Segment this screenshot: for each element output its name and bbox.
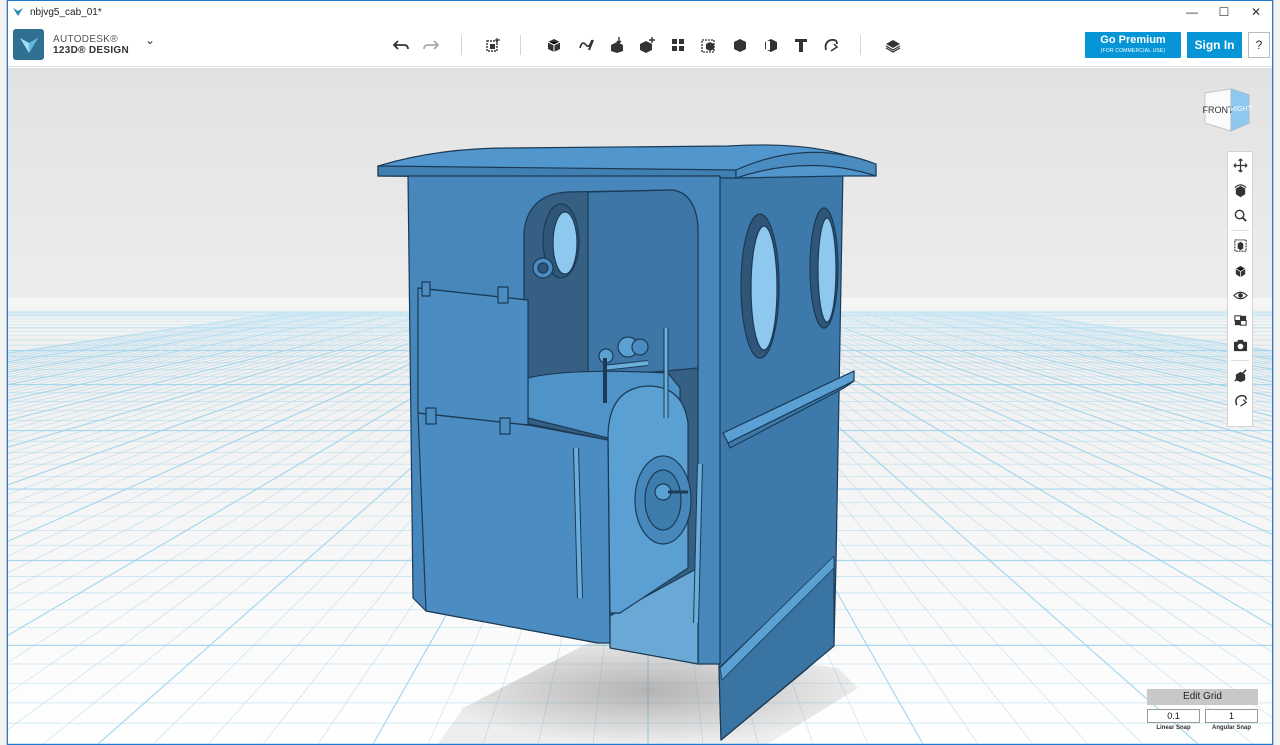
text-icon[interactable] (789, 33, 813, 57)
angular-snap-input[interactable]: 1 (1205, 709, 1258, 723)
snap-icon[interactable] (819, 33, 843, 57)
3d-scene (8, 68, 1272, 744)
sign-in-button[interactable]: Sign In (1187, 32, 1242, 58)
navigation-bar (1227, 151, 1253, 427)
orbit-icon[interactable] (1229, 179, 1251, 201)
combine-icon[interactable] (728, 33, 752, 57)
toolbar-separator (461, 35, 462, 55)
app-window: nbjvg5_cab_01* — ☐ ✕ AUTODESK® 123D® DES… (7, 0, 1273, 745)
desktop-right-edge (1273, 0, 1280, 745)
visibility-icon[interactable] (1229, 284, 1251, 306)
modify-icon[interactable] (635, 33, 659, 57)
pan-icon[interactable] (1229, 154, 1251, 176)
main-toolbar: AUTODESK® 123D® DESIGN ⌄ Go Premium (FOR… (8, 23, 1272, 67)
redo-icon[interactable] (419, 33, 443, 57)
edit-grid-button[interactable]: Edit Grid (1147, 689, 1258, 705)
zoom-icon[interactable] (1229, 204, 1251, 226)
material-icon[interactable] (881, 33, 905, 57)
close-button[interactable]: ✕ (1240, 1, 1272, 23)
angular-snap-label: Angular Snap (1211, 725, 1251, 731)
go-premium-button[interactable]: Go Premium (FOR COMMERCIAL USE) (1085, 32, 1181, 58)
brand-logo-icon (13, 29, 44, 60)
brand-company: AUTODESK® (53, 33, 118, 45)
brand-product: 123D® DESIGN (53, 44, 129, 56)
measure-icon[interactable] (759, 33, 783, 57)
screenshot-icon[interactable] (1229, 334, 1251, 356)
toolbar-separator (860, 35, 861, 55)
window-title: nbjvg5_cab_01* (30, 6, 102, 18)
app-logo-icon (13, 8, 23, 16)
sketch-icon[interactable] (574, 33, 598, 57)
edit-grid-panel: Edit Grid 0.1 Linear Snap 1 Angular Snap (1147, 689, 1258, 731)
go-premium-sublabel: (FOR COMMERCIAL USE) (1100, 48, 1166, 54)
linear-snap-input[interactable]: 0.1 (1147, 709, 1200, 723)
go-premium-label: Go Premium (1100, 34, 1166, 46)
view-cube[interactable]: FRONT RIGHT (1201, 83, 1253, 135)
materials-view-icon[interactable] (1229, 309, 1251, 331)
views-icon[interactable] (1229, 259, 1251, 281)
fit-icon[interactable] (1229, 234, 1251, 256)
toolbar-separator (520, 35, 521, 55)
construct-icon[interactable] (605, 33, 629, 57)
undo-icon[interactable] (389, 33, 413, 57)
linear-snap-label: Linear Snap (1156, 725, 1191, 731)
app-menu-button[interactable]: AUTODESK® 123D® DESIGN (13, 29, 129, 60)
minimize-button[interactable]: — (1176, 1, 1208, 23)
viewcube-right-label: RIGHT (1230, 106, 1253, 113)
chevron-down-icon[interactable]: ⌄ (145, 33, 155, 47)
3d-viewport[interactable]: FRONT RIGHT Edit Grid 0.1 Linear Snap 1 … (8, 68, 1272, 744)
primitives-icon[interactable] (542, 33, 566, 57)
desktop-left-edge (0, 0, 7, 745)
transform-icon[interactable] (481, 33, 505, 57)
hide-sketch-icon[interactable] (1229, 364, 1251, 386)
help-button[interactable]: ? (1248, 32, 1270, 58)
pattern-icon[interactable] (666, 33, 690, 57)
grouping-icon[interactable] (697, 33, 721, 57)
snap-icon[interactable] (1229, 389, 1251, 411)
maximize-button[interactable]: ☐ (1208, 1, 1240, 23)
title-bar: nbjvg5_cab_01* — ☐ ✕ (8, 1, 1272, 23)
